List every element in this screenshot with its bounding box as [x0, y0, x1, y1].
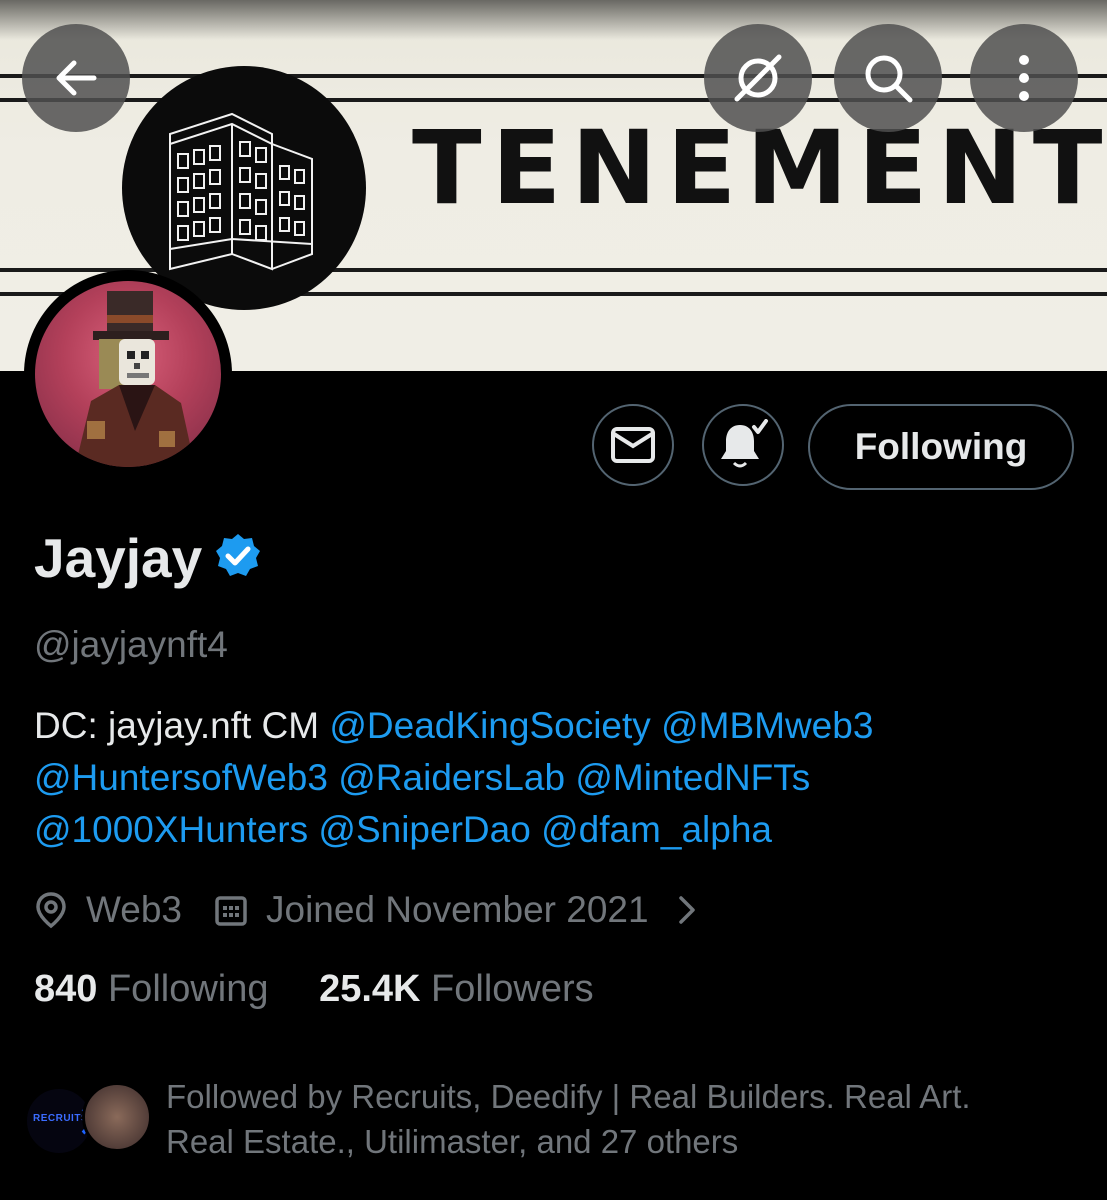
profile-name: Jayjay: [34, 527, 203, 589]
followers-count: 25.4K: [319, 968, 421, 1010]
profile-stats: 840 Following 25.4K Followers: [34, 968, 594, 1011]
following-stat[interactable]: 840 Following: [34, 968, 269, 1010]
tenement-logo: [122, 66, 366, 310]
bio-text: DC: jayjay.nft CM: [34, 705, 330, 746]
more-vertical-icon: [1019, 55, 1029, 101]
eye-slash-icon: [734, 54, 782, 102]
search-icon: [865, 55, 913, 103]
profile-avatar[interactable]: [24, 270, 232, 478]
profile-meta: Web3 Joined November 2021: [34, 884, 699, 936]
profile-handle: @jayjaynft4: [34, 624, 228, 665]
notifications-button[interactable]: [702, 404, 784, 486]
banner-shade: [0, 0, 1107, 40]
mail-icon: [611, 427, 655, 463]
mention-link[interactable]: @RaidersLab: [338, 757, 565, 798]
arrow-left-icon: [56, 60, 97, 96]
mention-link[interactable]: @dfam_alpha: [541, 809, 772, 850]
followed-by-text[interactable]: Followed by Recruits, Deedify | Real Bui…: [166, 1074, 1066, 1164]
followed-by-line: Real Estate., Utilimaster, and 27 others: [166, 1123, 739, 1160]
following-label: Following: [107, 968, 269, 1010]
followed-by-line: Followed by Recruits, Deedify | Real Bui…: [166, 1078, 971, 1115]
calendar-icon: [215, 896, 247, 926]
more-button[interactable]: [970, 24, 1078, 132]
verified-badge-icon: [216, 534, 260, 576]
message-button[interactable]: [592, 404, 674, 486]
search-button[interactable]: [834, 24, 942, 132]
followers-stat[interactable]: 25.4K Followers: [319, 968, 594, 1010]
location-pin-icon: [36, 892, 66, 929]
joined-item[interactable]: Joined November 2021: [214, 889, 699, 931]
mention-link[interactable]: @HuntersofWeb3: [34, 757, 328, 798]
mention-link[interactable]: @DeadKingSociety: [329, 705, 650, 746]
joined-text: Joined November 2021: [266, 889, 649, 930]
mention-link[interactable]: @MBMweb3: [661, 705, 873, 746]
followers-label: Followers: [431, 968, 594, 1010]
profile-bio: DC: jayjay.nft CM @DeadKingSociety @MBMw…: [34, 700, 1084, 856]
building-icon: [169, 112, 313, 271]
hide-grok-button[interactable]: [704, 24, 812, 132]
avatar-image: [35, 281, 221, 467]
back-button[interactable]: [22, 24, 130, 132]
mini-avatar-deedify: [82, 1082, 152, 1152]
chevron-right-icon: [678, 896, 695, 924]
location-text: Web3: [86, 889, 182, 930]
followed-by-avatars[interactable]: RECRUITS: [24, 1082, 154, 1156]
mention-link[interactable]: @MintedNFTs: [575, 757, 810, 798]
following-count: 840: [34, 968, 98, 1010]
mention-link[interactable]: @1000XHunters: [34, 809, 308, 850]
mention-link[interactable]: @SniperDao: [318, 809, 530, 850]
bell-check-icon: [721, 419, 768, 468]
following-button[interactable]: Following: [808, 404, 1074, 490]
banner-brand-text: TENEMENT: [412, 109, 1107, 228]
location-item: Web3: [34, 889, 182, 931]
